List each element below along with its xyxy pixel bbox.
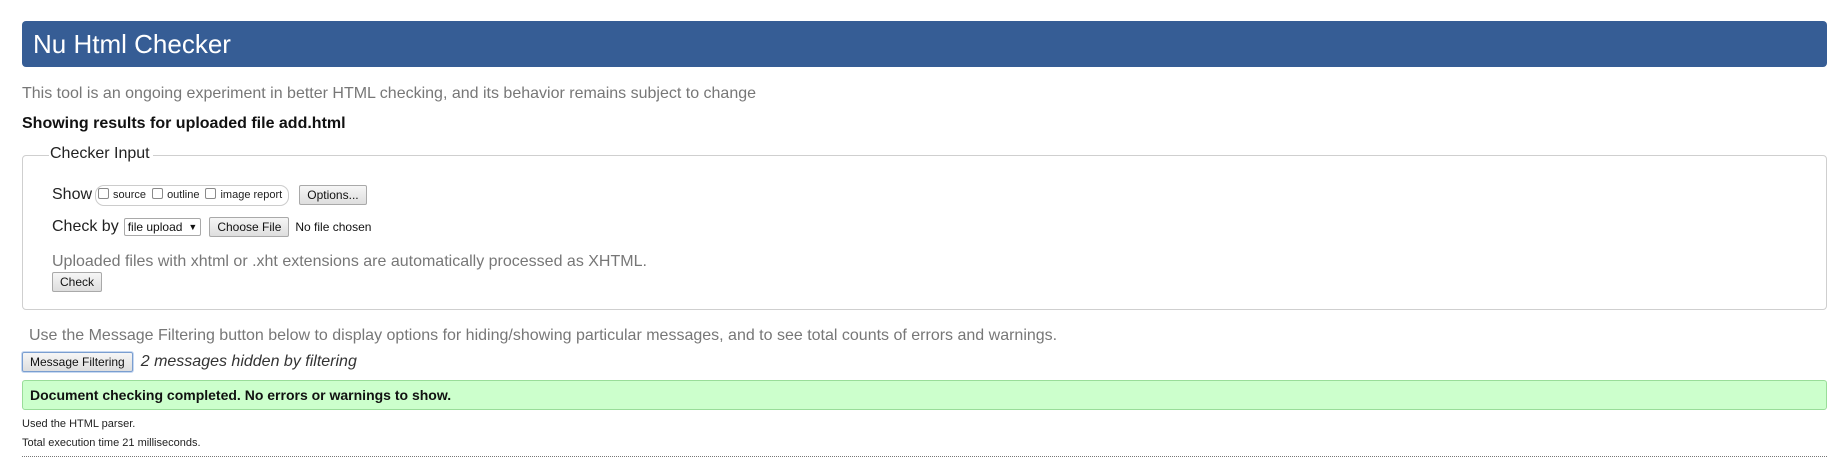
outline-label: outline	[167, 189, 200, 201]
success-message: Document checking completed. No errors o…	[30, 387, 452, 403]
xhtml-note: Uploaded files with xhtml or .xht extens…	[52, 253, 647, 270]
checker-input-legend: Checker Input	[49, 145, 153, 163]
choose-file-button[interactable]: Choose File	[209, 217, 290, 237]
check-by-selected-value: file upload	[127, 220, 183, 234]
hidden-messages-count: 2 messages hidden by filtering	[140, 353, 357, 370]
success-message-box: Document checking completed. No errors o…	[22, 380, 1827, 410]
filtering-row: Message Filtering 2 messages hidden by f…	[22, 352, 357, 372]
parser-note: Used the HTML parser.	[22, 418, 136, 430]
source-checkbox[interactable]	[98, 187, 110, 199]
file-status: No file chosen	[295, 220, 372, 234]
source-label: source	[113, 189, 147, 201]
filtering-note: Use the Message Filtering button below t…	[29, 327, 1058, 344]
show-source-option[interactable]: source	[98, 187, 147, 201]
checker-input-fieldset: Checker Input Show source outline image …	[22, 145, 1827, 310]
execution-time-note: Total execution time 21 milliseconds.	[22, 437, 201, 449]
show-image-report-option[interactable]: image report	[205, 187, 283, 201]
options-button[interactable]: Options...	[299, 185, 367, 205]
results-title: Showing results for uploaded file add.ht…	[22, 115, 346, 132]
check-button[interactable]: Check	[52, 272, 103, 292]
message-filtering-button[interactable]: Message Filtering	[22, 352, 133, 372]
check-by-label: Check by	[52, 218, 119, 235]
page-header: Nu Html Checker	[22, 21, 1827, 67]
show-label: Show	[52, 186, 93, 203]
show-options-group: source outline image report	[95, 184, 290, 206]
dropdown-arrow-icon: ▼	[188, 222, 198, 232]
image-report-label: image report	[220, 189, 283, 201]
page-title: Nu Html Checker	[33, 29, 231, 59]
show-row: Show source outline image report Options…	[52, 183, 367, 207]
checker-page: Nu Html Checker This tool is an ongoing …	[0, 0, 1834, 473]
check-by-row: Check by file upload ▼ Choose File No fi…	[52, 215, 371, 239]
show-outline-option[interactable]: outline	[152, 187, 200, 201]
intro-text: This tool is an ongoing experiment in be…	[22, 85, 757, 102]
outline-checkbox[interactable]	[152, 187, 164, 199]
check-by-select[interactable]: file upload ▼	[123, 218, 202, 236]
divider	[22, 456, 1827, 457]
image-report-checkbox[interactable]	[205, 187, 217, 199]
